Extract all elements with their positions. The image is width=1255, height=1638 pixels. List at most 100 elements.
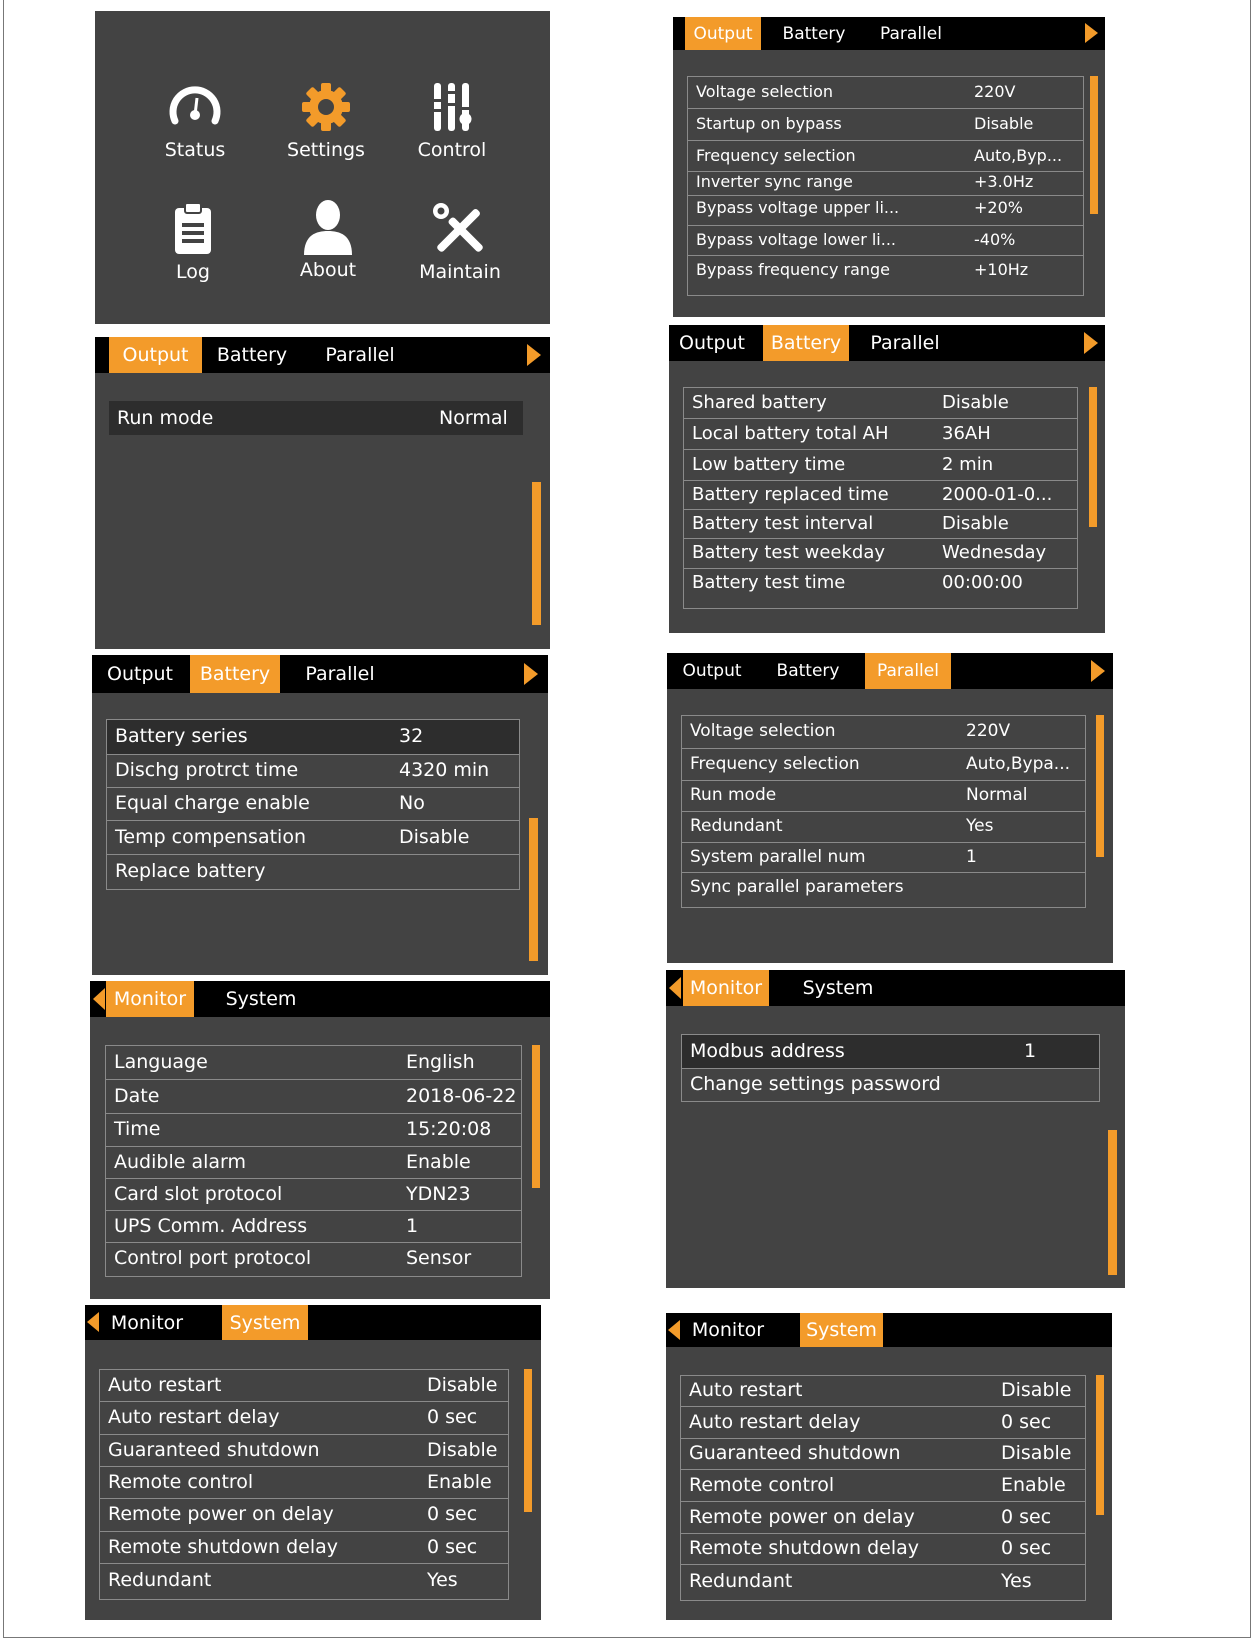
- list-item[interactable]: Remote power on delay 0 sec: [681, 1502, 1085, 1534]
- scrollbar[interactable]: [1096, 715, 1104, 857]
- list-item[interactable]: Time 15:20:08: [106, 1114, 521, 1147]
- scrollbar[interactable]: [1108, 1130, 1117, 1275]
- prev-arrow-icon[interactable]: [669, 977, 681, 999]
- list-item[interactable]: Auto restart delay 0 sec: [100, 1402, 508, 1435]
- list-item[interactable]: Dischg protrct time 4320 min: [107, 755, 519, 788]
- tab-battery[interactable]: Battery: [207, 337, 297, 373]
- list-item[interactable]: Run mode Normal: [682, 781, 1085, 812]
- tab-output[interactable]: Output: [669, 325, 755, 361]
- menu-item-control[interactable]: Control: [392, 79, 512, 161]
- tab-parallel[interactable]: Parallel: [865, 653, 951, 689]
- next-arrow-icon[interactable]: [1084, 332, 1098, 354]
- scrollbar[interactable]: [524, 1369, 532, 1512]
- menu-label-maintain: Maintain: [419, 261, 501, 283]
- menu-item-maintain[interactable]: Maintain: [400, 201, 520, 283]
- scrollbar[interactable]: [532, 482, 541, 625]
- menu-item-settings[interactable]: Settings: [266, 79, 386, 161]
- tab-monitor[interactable]: Monitor: [682, 1313, 774, 1347]
- list-item[interactable]: Redundant Yes: [682, 812, 1085, 843]
- list-item[interactable]: Frequency selection Auto,Bypa...: [682, 749, 1085, 781]
- menu-item-log[interactable]: Log: [133, 201, 253, 283]
- scrollbar[interactable]: [529, 818, 538, 961]
- list-item[interactable]: Bypass frequency range +10Hz: [688, 256, 1083, 286]
- list-item[interactable]: Bypass voltage upper li... +20%: [688, 196, 1083, 226]
- tab-battery[interactable]: Battery: [763, 325, 849, 361]
- list-item[interactable]: Remote control Enable: [681, 1470, 1085, 1502]
- list-item[interactable]: Battery test time 00:00:00: [684, 569, 1077, 599]
- next-arrow-icon[interactable]: [1091, 660, 1105, 682]
- list-item[interactable]: Low battery time 2 min: [684, 450, 1077, 481]
- list-item[interactable]: Remote shutdown delay 0 sec: [100, 1532, 508, 1564]
- next-arrow-icon[interactable]: [527, 344, 541, 366]
- prev-arrow-icon[interactable]: [87, 1312, 99, 1332]
- tab-parallel[interactable]: Parallel: [292, 655, 388, 693]
- list-item[interactable]: Remote power on delay 0 sec: [100, 1499, 508, 1532]
- list-item[interactable]: Frequency selection Auto,Byp...: [688, 141, 1083, 172]
- list-item[interactable]: Battery test interval Disable: [684, 510, 1077, 539]
- scrollbar[interactable]: [1096, 1375, 1104, 1515]
- tab-output[interactable]: Output: [685, 17, 761, 50]
- list-item[interactable]: UPS Comm. Address 1: [106, 1211, 521, 1243]
- list-item[interactable]: Battery replaced time 2000-01-0...: [684, 481, 1077, 510]
- scrollbar[interactable]: [532, 1045, 540, 1188]
- monitor-modbus-screen: Monitor System Modbus address 1 Change se…: [666, 970, 1125, 1288]
- list-item[interactable]: Audible alarm Enable: [106, 1147, 521, 1179]
- tab-monitor[interactable]: Monitor: [106, 981, 194, 1017]
- tab-monitor[interactable]: Monitor: [101, 1305, 193, 1340]
- scrollbar[interactable]: [1089, 387, 1097, 527]
- list-item[interactable]: Bypass voltage lower li... -40%: [688, 226, 1083, 256]
- list-item[interactable]: Shared battery Disable: [684, 388, 1077, 419]
- list-item[interactable]: System parallel num 1: [682, 843, 1085, 873]
- next-arrow-icon[interactable]: [1085, 23, 1098, 43]
- list-item[interactable]: Guaranteed shutdown Disable: [681, 1439, 1085, 1470]
- list-item[interactable]: Temp compensation Disable: [107, 821, 519, 855]
- prev-arrow-icon[interactable]: [93, 988, 105, 1010]
- list-item[interactable]: Auto restart delay 0 sec: [681, 1407, 1085, 1439]
- list-item[interactable]: Change settings password: [682, 1069, 1099, 1101]
- list-item[interactable]: Battery series 32: [107, 720, 519, 755]
- list-item[interactable]: Battery test weekday Wednesday: [684, 539, 1077, 569]
- tab-battery[interactable]: Battery: [773, 17, 855, 50]
- list-item[interactable]: Guaranteed shutdown Disable: [100, 1435, 508, 1467]
- list-item[interactable]: Date 2018-06-22: [106, 1080, 521, 1114]
- list-item[interactable]: Replace battery: [107, 855, 519, 889]
- list-item[interactable]: Redundant Yes: [100, 1564, 508, 1599]
- settings-list: Modbus address 1 Change settings password: [681, 1034, 1100, 1102]
- prev-arrow-icon[interactable]: [668, 1320, 680, 1340]
- list-item[interactable]: Local battery total AH 36AH: [684, 419, 1077, 450]
- list-item[interactable]: Voltage selection 220V: [688, 77, 1083, 109]
- list-item[interactable]: Remote shutdown delay 0 sec: [681, 1534, 1085, 1565]
- tab-system[interactable]: System: [793, 970, 883, 1006]
- list-item[interactable]: Auto restart Disable: [100, 1370, 508, 1402]
- list-item[interactable]: Redundant Yes: [681, 1565, 1085, 1600]
- tools-icon: [433, 203, 483, 252]
- tab-parallel[interactable]: Parallel: [310, 337, 410, 373]
- list-item[interactable]: Equal charge enable No: [107, 788, 519, 821]
- list-item[interactable]: Remote control Enable: [100, 1467, 508, 1499]
- tab-parallel[interactable]: Parallel: [862, 325, 948, 361]
- scrollbar[interactable]: [1090, 76, 1098, 214]
- tab-output[interactable]: Output: [92, 655, 188, 693]
- tab-system[interactable]: System: [800, 1313, 883, 1347]
- next-arrow-icon[interactable]: [524, 663, 538, 685]
- menu-item-about[interactable]: About: [268, 197, 388, 281]
- tab-output[interactable]: Output: [109, 337, 202, 373]
- list-item[interactable]: Startup on bypass Disable: [688, 109, 1083, 141]
- tab-battery[interactable]: Battery: [763, 653, 853, 689]
- list-item[interactable]: Control port protocol Sensor: [106, 1243, 521, 1276]
- list-item[interactable]: Card slot protocol YDN23: [106, 1179, 521, 1211]
- tab-output[interactable]: Output: [667, 653, 757, 689]
- list-item[interactable]: Voltage selection 220V: [682, 716, 1085, 749]
- list-item[interactable]: Sync parallel parameters: [682, 873, 1085, 907]
- list-item[interactable]: Run mode Normal: [109, 401, 523, 435]
- list-item[interactable]: Language English: [106, 1046, 521, 1080]
- tab-system[interactable]: System: [216, 981, 306, 1017]
- tab-parallel[interactable]: Parallel: [870, 17, 952, 50]
- list-item[interactable]: Auto restart Disable: [681, 1376, 1085, 1407]
- tab-system[interactable]: System: [222, 1305, 308, 1340]
- tab-battery[interactable]: Battery: [190, 655, 280, 693]
- menu-item-status[interactable]: Status: [135, 79, 255, 161]
- list-item[interactable]: Modbus address 1: [682, 1035, 1099, 1069]
- list-item[interactable]: Inverter sync range +3.0Hz: [688, 172, 1083, 196]
- tab-monitor[interactable]: Monitor: [683, 970, 769, 1006]
